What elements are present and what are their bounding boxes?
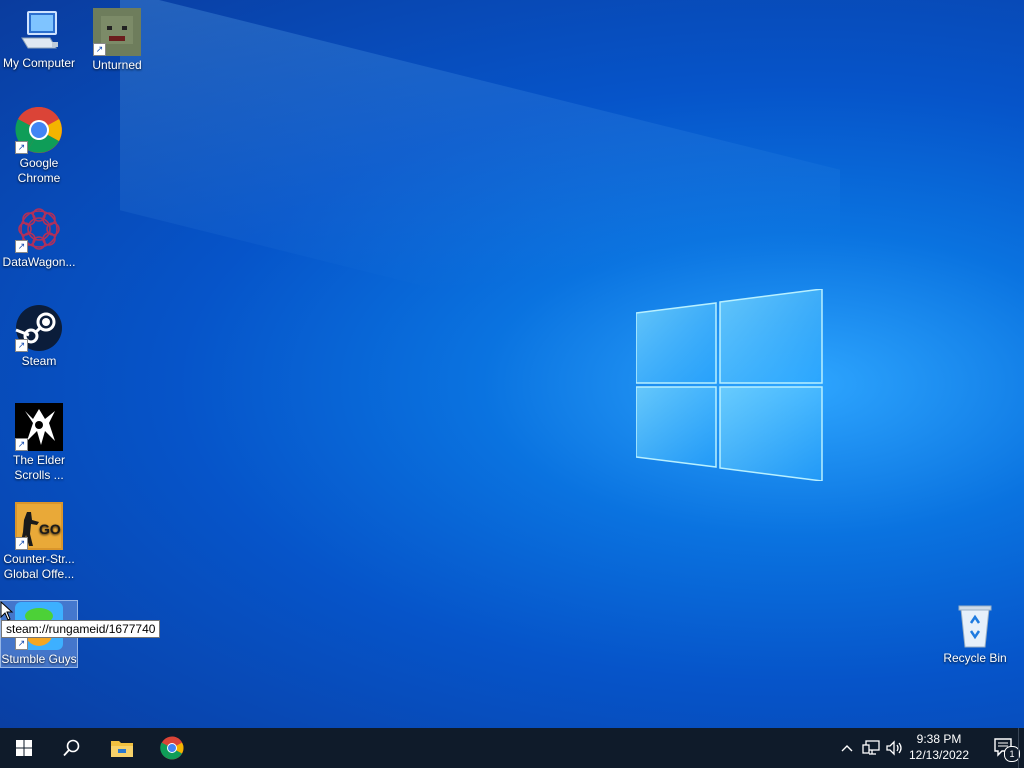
volume-button[interactable] <box>884 728 906 768</box>
desktop-icon-label: Stumble Guys <box>1 652 77 666</box>
chevron-up-icon <box>841 745 853 752</box>
chrome-icon: ↗ <box>15 106 63 154</box>
desktop-icon-label: DataWagon... <box>2 255 76 269</box>
recycle-bin-icon <box>951 601 999 649</box>
desktop-icon-my-computer[interactable]: My Computer <box>1 8 77 71</box>
desktop-icon-label: Unturned <box>92 58 142 72</box>
desktop-icon-unturned[interactable]: ↗ Unturned <box>79 8 155 73</box>
mouse-cursor-icon <box>0 601 14 621</box>
search-icon <box>63 739 80 757</box>
folder-icon <box>111 741 133 757</box>
system-clock[interactable]: 9:38 PM 12/13/2022 <box>906 731 972 763</box>
network-icon <box>862 740 880 755</box>
desktop-icon-label: The Elder Scrolls ... <box>12 453 66 482</box>
svg-text:GO: GO <box>39 521 61 537</box>
shortcut-arrow-icon: ↗ <box>93 43 106 56</box>
shortcut-arrow-icon: ↗ <box>15 637 28 650</box>
elder-scrolls-icon: ↗ <box>15 403 63 451</box>
chrome-icon <box>160 736 184 760</box>
desktop-icon-label: My Computer <box>2 56 76 70</box>
start-button[interactable] <box>0 728 48 768</box>
unturned-icon: ↗ <box>93 8 141 56</box>
shortcut-arrow-icon: ↗ <box>15 141 28 154</box>
clock-date: 12/13/2022 <box>908 748 970 762</box>
desktop-icon-elder-scrolls[interactable]: ↗ The Elder Scrolls ... <box>1 403 77 483</box>
datawagon-icon: ↗ <box>15 205 63 253</box>
taskbar: 9:38 PM 12/13/2022 1 <box>0 728 1024 768</box>
speaker-icon <box>886 740 902 756</box>
search-button[interactable] <box>48 728 96 768</box>
taskbar-google-chrome[interactable] <box>148 728 196 768</box>
shortcut-arrow-icon: ↗ <box>15 537 28 550</box>
desktop-icon-label: Counter-Str... Global Offe... <box>3 552 75 581</box>
shortcut-arrow-icon: ↗ <box>15 438 28 451</box>
desktop-icon-label: Recycle Bin <box>943 651 1007 665</box>
shortcut-arrow-icon: ↗ <box>15 240 28 253</box>
desktop-icon-recycle-bin[interactable]: Recycle Bin <box>937 601 1013 666</box>
show-hidden-icons-button[interactable] <box>836 728 858 768</box>
shortcut-arrow-icon: ↗ <box>15 339 28 352</box>
network-button[interactable] <box>860 728 882 768</box>
desktop-icon-datawagon[interactable]: ↗ DataWagon... <box>1 205 77 270</box>
show-desktop-button[interactable] <box>1018 728 1024 768</box>
clock-time: 9:38 PM <box>916 732 962 746</box>
desktop-icon-label: Google Chrome <box>17 156 61 185</box>
desktop-icon-label: Steam <box>21 354 57 368</box>
desktop-icon-counter-strike[interactable]: GO ↗ Counter-Str... Global Offe... <box>1 502 77 582</box>
shortcut-target-tooltip: steam://rungameid/1677740 <box>1 620 161 638</box>
desktop-icon-steam[interactable]: ↗ Steam <box>1 304 77 369</box>
taskbar-file-explorer[interactable] <box>98 728 146 768</box>
windows-logo-icon <box>16 740 32 756</box>
desktop-icon-google-chrome[interactable]: ↗ Google Chrome <box>1 106 77 186</box>
csgo-icon: GO ↗ <box>15 502 63 550</box>
steam-icon: ↗ <box>15 304 63 352</box>
windows-wallpaper-logo <box>636 289 823 481</box>
computer-icon <box>16 8 62 54</box>
